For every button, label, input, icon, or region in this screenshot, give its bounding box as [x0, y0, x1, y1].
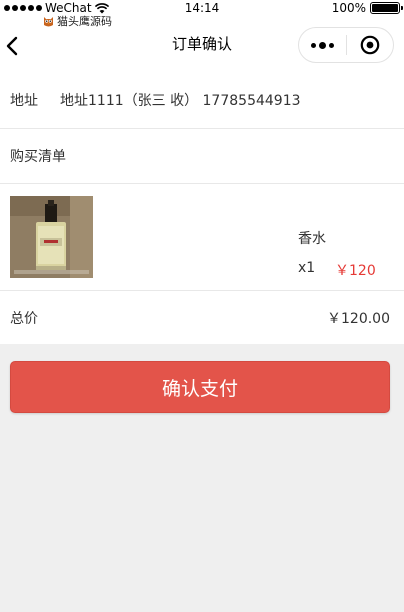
order-list-title-row: 购买清单 [0, 129, 404, 184]
more-button[interactable] [299, 28, 346, 62]
total-value: ￥120.00 [327, 310, 390, 327]
total-label: 总价 [10, 310, 38, 327]
order-list-title: 购买清单 [10, 149, 66, 165]
address-label: 地址 [10, 93, 38, 109]
watermark: 猫头鹰源码 [42, 13, 112, 29]
perfume-bottle-image [10, 196, 93, 278]
more-dot-icon [311, 42, 316, 48]
status-right: 100% [331, 1, 403, 15]
battery-icon [370, 2, 403, 14]
confirm-pay-button[interactable]: 确认支付 [10, 361, 390, 413]
product-price: ￥120 [335, 263, 376, 279]
mini-program-capsule [298, 27, 394, 63]
more-dot-icon [329, 42, 334, 48]
close-target-icon [360, 35, 380, 55]
address-row[interactable]: 地址 地址1111（张三 收） 17785544913 [0, 72, 404, 129]
owl-logo-icon [44, 16, 53, 26]
product-image [10, 196, 93, 278]
list-item[interactable]: 香水 x1 ￥120 [0, 184, 404, 291]
address-value: 地址1111（张三 收） 17785544913 [60, 93, 301, 109]
battery-percent: 100% [331, 1, 366, 15]
product-quantity: x1 [298, 260, 316, 276]
app: WeChat 14:14 100% 猫头鹰源码 订单确认 地址 地址1111（张… [0, 0, 404, 612]
product-name: 香水 [298, 231, 326, 247]
more-dot-icon [319, 41, 326, 49]
close-button[interactable] [347, 28, 393, 62]
total-row: 总价 ￥120.00 [0, 291, 404, 344]
order-content: 地址 地址1111（张三 收） 17785544913 购买清单 香水 x1 ￥… [0, 72, 404, 344]
watermark-text: 猫头鹰源码 [57, 15, 112, 28]
